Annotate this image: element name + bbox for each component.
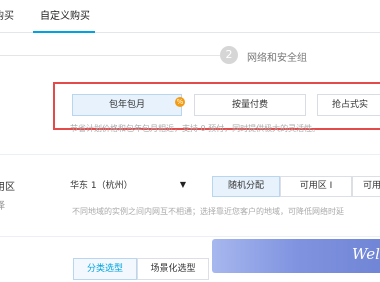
- zone-option-random[interactable]: 随机分配: [212, 176, 280, 197]
- subtab-category[interactable]: 分类选型: [73, 258, 137, 280]
- step-indicator: 2 网络和安全组: [0, 33, 380, 75]
- zone-section-sublabel: 择: [0, 197, 5, 212]
- step-label[interactable]: 网络和安全组: [247, 49, 307, 64]
- step-connector: [0, 55, 220, 56]
- billing-option-pay-as-you-go[interactable]: 按量付费: [194, 94, 306, 116]
- billing-note: 节省计划价格和包年包月相近，支持 0 预付，同时提供极大的灵活性。: [70, 124, 321, 133]
- section-divider: [0, 154, 380, 155]
- welcome-text: Wel: [352, 245, 380, 263]
- step-number: 2: [220, 46, 238, 64]
- region-select-value: 华东 1（杭州）: [70, 181, 133, 191]
- billing-option-spot[interactable]: 抢占式实: [317, 94, 380, 116]
- section-divider-2: [0, 236, 380, 237]
- welcome-banner[interactable]: Wel: [212, 239, 380, 273]
- tab-custom-buy[interactable]: 自定义购买: [40, 7, 90, 22]
- region-select[interactable]: 华东 1（杭州） ▼: [70, 178, 188, 196]
- ecs-purchase-page: 购买 自定义购买 2 网络和安全组 包年包月 % 按量付费 抢占式实 节省计划价…: [0, 0, 380, 282]
- zone-section-label: 用区: [0, 182, 15, 193]
- percent-badge-icon: %: [175, 97, 185, 107]
- zone-option-more[interactable]: 可用: [352, 176, 380, 197]
- region-note: 不同地域的实例之间内网互不相通；选择靠近您客户的地域，可降低网络时延: [72, 207, 344, 216]
- purchase-tabs: 购买 自定义购买: [0, 0, 380, 33]
- tab-buy[interactable]: 购买: [0, 7, 14, 22]
- billing-option-subscription[interactable]: 包年包月: [72, 94, 182, 116]
- caret-down-icon: ▼: [179, 180, 186, 189]
- zone-option-i[interactable]: 可用区 I: [280, 176, 352, 197]
- subtab-scenario[interactable]: 场景化选型: [137, 258, 209, 280]
